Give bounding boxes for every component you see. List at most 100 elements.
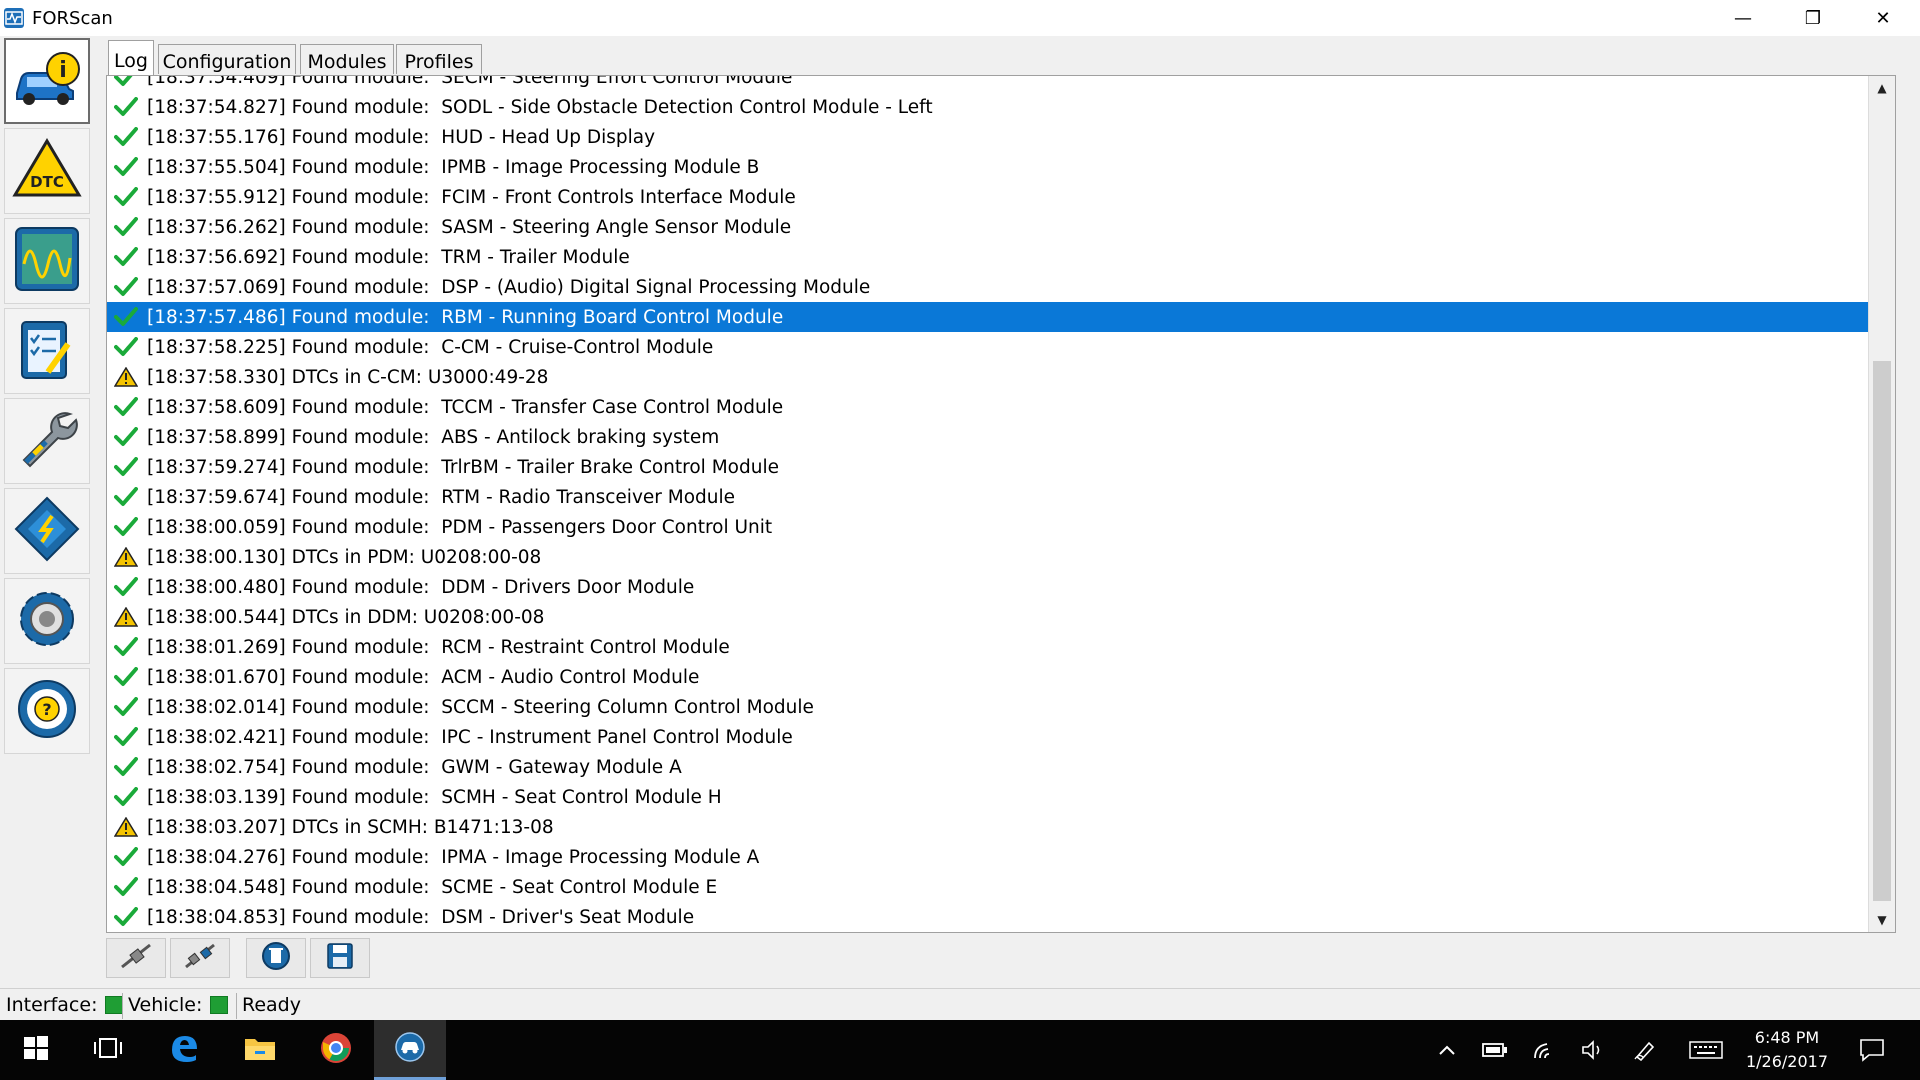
start-button[interactable] <box>0 1020 72 1080</box>
checkmark-icon <box>111 665 141 689</box>
checkmark-icon <box>111 275 141 299</box>
log-row[interactable]: [18:37:58.899] Found module: ABS - Antil… <box>107 422 1893 452</box>
edge-taskbar-button[interactable] <box>148 1020 220 1080</box>
log-list[interactable]: [18:37:54.409] Found module: SECM - Stee… <box>106 75 1896 933</box>
checkmark-icon <box>111 695 141 719</box>
vehicle-info-button[interactable]: i <box>4 38 90 124</box>
taskbar-clock[interactable]: 6:48 PM 1/26/2017 <box>1732 1026 1842 1074</box>
volume-icon[interactable] <box>1580 1038 1606 1062</box>
log-row[interactable]: [18:38:04.853] Found module: DSM - Drive… <box>107 902 1893 932</box>
log-row-text: [18:38:02.014] Found module: SCCM - Stee… <box>147 696 814 718</box>
log-row[interactable]: [18:38:04.276] Found module: IPMA - Imag… <box>107 842 1893 872</box>
tab-configuration[interactable]: Configuration <box>158 44 296 74</box>
vehicle-info-icon: i <box>11 49 83 113</box>
scroll-up-arrow[interactable]: ▲ <box>1869 76 1895 100</box>
log-row[interactable]: [18:38:02.754] Found module: GWM - Gatew… <box>107 752 1893 782</box>
save-log-button[interactable] <box>310 938 370 978</box>
chip-icon <box>12 494 82 568</box>
log-row[interactable]: [18:37:55.176] Found module: HUD - Head … <box>107 122 1893 152</box>
log-row[interactable]: [18:38:00.059] Found module: PDM - Passe… <box>107 512 1893 542</box>
checkmark-icon <box>111 725 141 749</box>
state-text: Ready <box>242 994 301 1016</box>
connect-button[interactable] <box>106 938 166 978</box>
log-row[interactable]: [18:37:55.504] Found module: IPMB - Imag… <box>107 152 1893 182</box>
log-row[interactable]: [18:38:02.014] Found module: SCCM - Stee… <box>107 692 1893 722</box>
checkmark-icon <box>111 455 141 479</box>
log-row[interactable]: [18:38:03.207] DTCs in SCMH: B1471:13-08 <box>107 812 1893 842</box>
scroll-down-arrow[interactable]: ▼ <box>1869 908 1895 932</box>
touch-keyboard-icon[interactable] <box>1688 1038 1724 1062</box>
log-row[interactable]: [18:37:57.486] Found module: RBM - Runni… <box>107 302 1893 332</box>
tray-overflow-chevron-icon[interactable] <box>1434 1038 1460 1062</box>
svg-text:i: i <box>59 58 67 83</box>
log-row-text: [18:37:55.912] Found module: FCIM - Fron… <box>147 186 796 208</box>
log-row[interactable]: [18:38:00.544] DTCs in DDM: U0208:00-08 <box>107 602 1893 632</box>
log-row[interactable]: [18:38:04.548] Found module: SCME - Seat… <box>107 872 1893 902</box>
service-functions-button[interactable] <box>4 308 90 394</box>
log-row[interactable]: [18:38:02.421] Found module: IPC - Instr… <box>107 722 1893 752</box>
task-view-button[interactable] <box>72 1020 144 1080</box>
checkmark-icon <box>111 125 141 149</box>
log-row[interactable]: [18:37:57.069] Found module: DSP - (Audi… <box>107 272 1893 302</box>
checkmark-icon <box>111 395 141 419</box>
log-row[interactable]: [18:38:00.130] DTCs in PDM: U0208:00-08 <box>107 542 1893 572</box>
wifi-icon[interactable] <box>1532 1038 1558 1062</box>
log-row[interactable]: [18:37:56.262] Found module: SASM - Stee… <box>107 212 1893 242</box>
dtc-button[interactable]: DTC <box>4 128 90 214</box>
pen-ink-icon[interactable] <box>1632 1038 1658 1062</box>
forscan-logo-icon <box>4 8 24 28</box>
battery-icon[interactable] <box>1482 1038 1508 1062</box>
log-row[interactable]: [18:38:01.269] Found module: RCM - Restr… <box>107 632 1893 662</box>
minimize-button[interactable]: — <box>1708 0 1778 36</box>
log-row[interactable]: [18:37:59.674] Found module: RTM - Radio… <box>107 482 1893 512</box>
window-title: FORScan <box>32 8 113 29</box>
log-scrollbar[interactable]: ▲ ▼ <box>1868 76 1895 932</box>
log-row[interactable]: [18:38:03.139] Found module: SCMH - Seat… <box>107 782 1893 812</box>
status-bar: Interface: Vehicle: Ready <box>0 988 1920 1021</box>
tab-log[interactable]: Log <box>108 40 154 76</box>
log-row[interactable]: [18:38:01.670] Found module: ACM - Audio… <box>107 662 1893 692</box>
dtc-icon: DTC <box>11 137 83 205</box>
forscan-taskbar-button[interactable] <box>374 1020 446 1080</box>
log-row[interactable]: [18:37:58.330] DTCs in C-CM: U3000:49-28 <box>107 362 1893 392</box>
close-button[interactable]: ✕ <box>1848 0 1918 36</box>
forscan-app-icon <box>393 1031 427 1066</box>
explorer-taskbar-button[interactable] <box>224 1020 296 1080</box>
connect-icon <box>118 941 154 975</box>
warning-icon <box>111 605 141 629</box>
clear-log-button[interactable] <box>246 938 306 978</box>
help-button[interactable]: ? <box>4 668 90 754</box>
log-row[interactable]: [18:37:54.827] Found module: SODL - Side… <box>107 92 1893 122</box>
clear-log-icon <box>260 940 292 976</box>
scroll-thumb[interactable] <box>1873 361 1891 901</box>
log-row[interactable]: [18:38:00.480] Found module: DDM - Drive… <box>107 572 1893 602</box>
clock-time: 6:48 PM <box>1754 1028 1820 1047</box>
settings-gear-icon <box>12 584 82 658</box>
log-row-text: [18:38:00.544] DTCs in DDM: U0208:00-08 <box>147 606 545 628</box>
tools-button[interactable] <box>4 398 90 484</box>
log-row[interactable]: [18:37:55.912] Found module: FCIM - Fron… <box>107 182 1893 212</box>
restore-button[interactable]: ❐ <box>1778 0 1848 36</box>
oscilloscope-icon <box>12 224 82 298</box>
chrome-taskbar-button[interactable] <box>300 1020 372 1080</box>
status-divider <box>122 993 123 1019</box>
oscilloscope-button[interactable] <box>4 218 90 304</box>
action-center-icon[interactable] <box>1856 1038 1888 1062</box>
log-row[interactable]: [18:37:59.274] Found module: TrlrBM - Tr… <box>107 452 1893 482</box>
log-row-text: [18:38:04.548] Found module: SCME - Seat… <box>147 876 718 898</box>
tab-modules[interactable]: Modules <box>300 44 394 74</box>
tab-profiles[interactable]: Profiles <box>396 44 482 74</box>
log-row[interactable]: [18:37:56.692] Found module: TRM - Trail… <box>107 242 1893 272</box>
settings-button[interactable] <box>4 578 90 664</box>
disconnect-button[interactable] <box>170 938 230 978</box>
log-row-text: [18:37:57.486] Found module: RBM - Runni… <box>147 306 784 328</box>
log-row[interactable]: [18:37:58.225] Found module: C-CM - Crui… <box>107 332 1893 362</box>
log-row-text: [18:38:00.059] Found module: PDM - Passe… <box>147 516 773 538</box>
windows-taskbar: 6:48 PM 1/26/2017 <box>0 1020 1920 1080</box>
log-row[interactable]: [18:37:58.609] Found module: TCCM - Tran… <box>107 392 1893 422</box>
checkmark-icon <box>111 485 141 509</box>
svg-text:DTC: DTC <box>30 173 64 191</box>
programming-button[interactable] <box>4 488 90 574</box>
log-row[interactable]: [18:37:54.409] Found module: SECM - Stee… <box>107 76 1893 92</box>
log-row-text: [18:38:00.130] DTCs in PDM: U0208:00-08 <box>147 546 542 568</box>
